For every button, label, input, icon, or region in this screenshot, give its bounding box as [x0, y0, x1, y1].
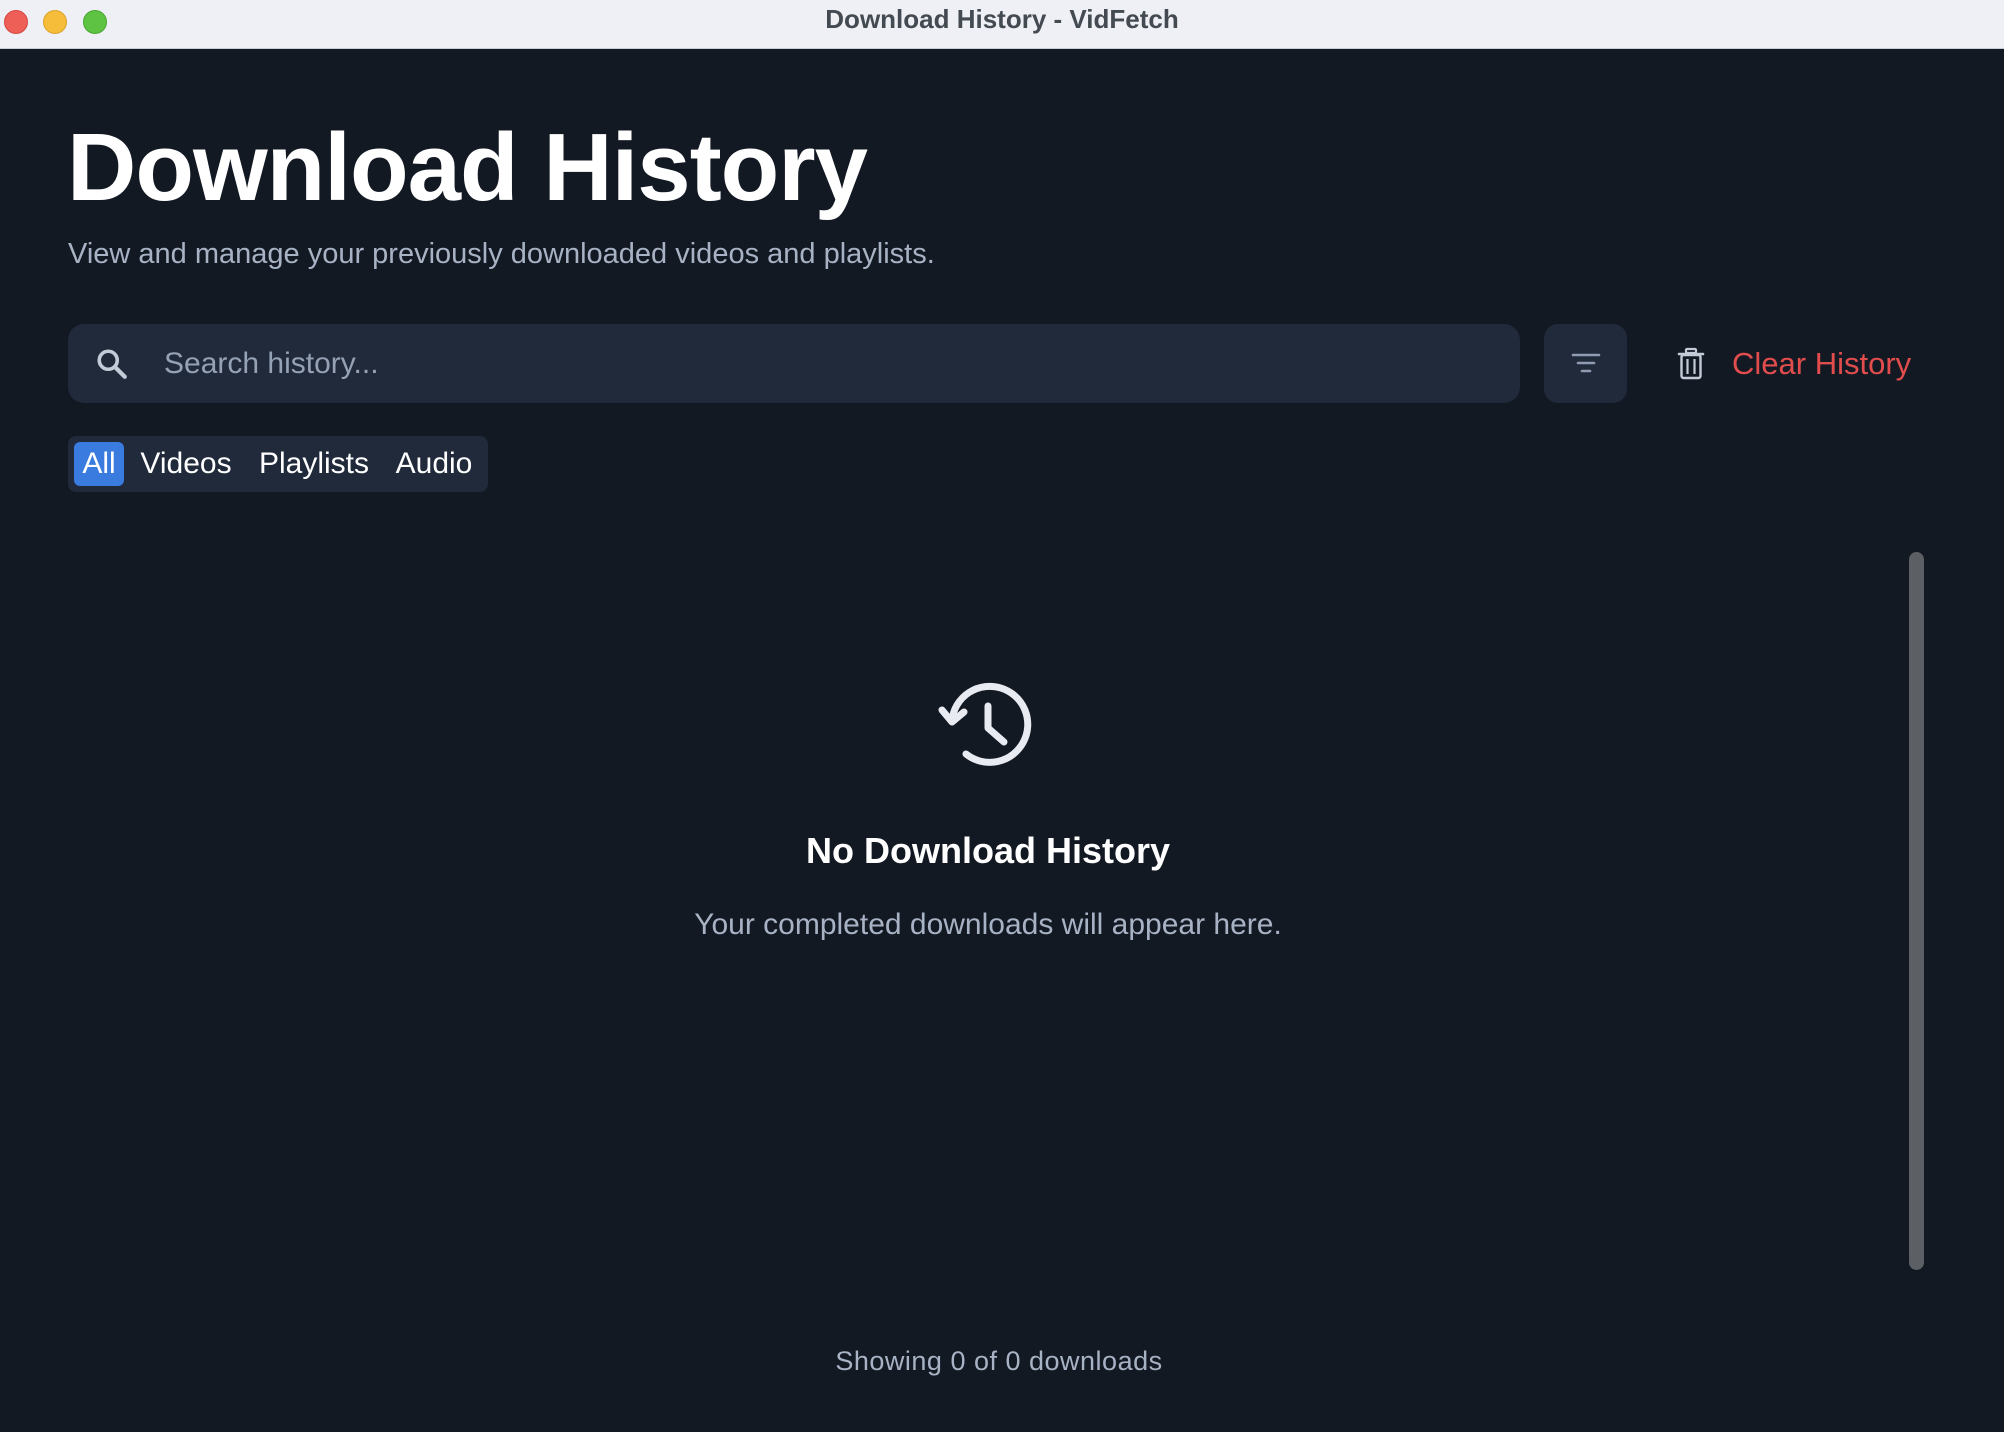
category-tabs: All Videos Playlists Audio [68, 436, 488, 492]
main-content: Download History View and manage your pr… [0, 50, 2004, 1432]
tab-videos[interactable]: Videos [140, 442, 232, 486]
search-box [68, 324, 1520, 403]
clear-history-button[interactable]: Clear History [1676, 328, 1911, 400]
filter-button[interactable] [1544, 324, 1627, 403]
window-title: Download History - VidFetch [825, 4, 1179, 34]
page-title: Download History [67, 114, 868, 221]
download-count-status: Showing 0 of 0 downloads [835, 1346, 1163, 1376]
tab-playlists[interactable]: Playlists [258, 442, 370, 486]
trash-icon [1676, 347, 1706, 381]
page-subtitle: View and manage your previously download… [68, 238, 935, 270]
history-icon [938, 676, 1038, 776]
empty-state-subtitle: Your completed downloads will appear her… [694, 908, 1282, 941]
window-titlebar: Download History - VidFetch [0, 0, 2004, 49]
search-icon [94, 346, 130, 382]
search-input[interactable] [164, 324, 1494, 403]
empty-state-title: No Download History [805, 830, 1170, 871]
tab-audio[interactable]: Audio [394, 442, 474, 486]
clear-history-label: Clear History [1732, 346, 1912, 381]
tab-all[interactable]: All [74, 442, 124, 486]
